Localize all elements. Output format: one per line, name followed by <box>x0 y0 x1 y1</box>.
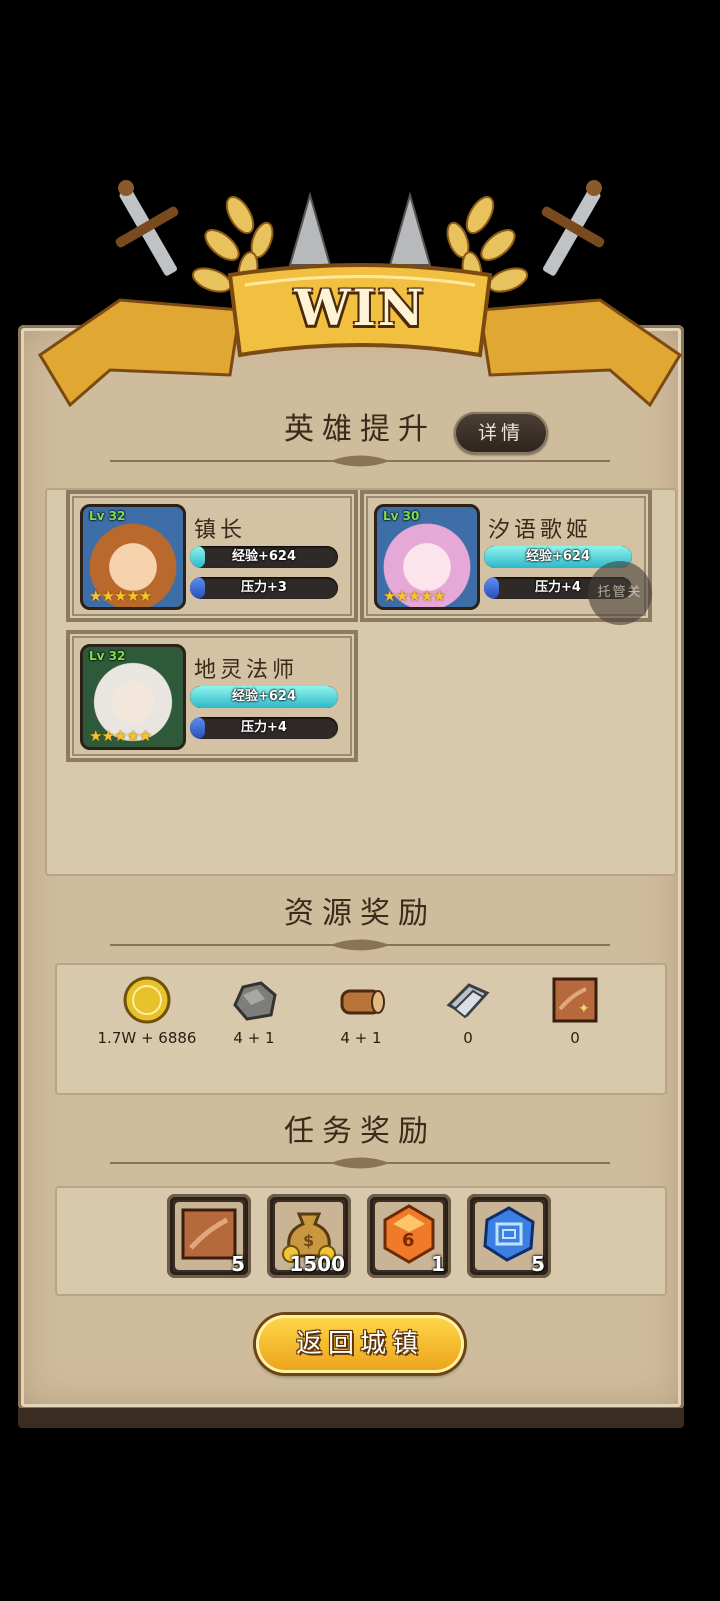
resource-value: 0 <box>570 1029 580 1047</box>
pressure-bar: 压力+3 <box>190 577 338 599</box>
hero-portrait: Lv 32 ★★★★★ <box>80 504 186 610</box>
return-to-town-button[interactable]: 返回城镇 <box>256 1315 464 1373</box>
hero-card[interactable]: Lv 32 ★★★★★ 地灵法师 经验+624 压力+4 <box>66 630 358 762</box>
spear-left-icon <box>288 191 332 266</box>
hero-portrait: Lv 32 ★★★★★ <box>80 644 186 750</box>
hero-portrait: Lv 30 ★★★★★ <box>374 504 480 610</box>
pressure-bar: 压力+4 <box>190 717 338 739</box>
resource-item: 4 + 1 <box>204 965 304 1075</box>
star-rating: ★★★★★ <box>89 587 152 605</box>
hero-level: Lv 32 <box>89 509 126 523</box>
reward-quantity: 5 <box>231 1252 245 1276</box>
task-section-title: 任务奖励 <box>284 1114 436 1149</box>
svg-text:6: 6 <box>402 1230 415 1251</box>
task-reward-item[interactable]: 6 1 <box>367 1194 451 1278</box>
divider-ornament <box>110 939 610 951</box>
divider-ornament <box>110 1157 610 1169</box>
left-sword-icon <box>115 180 179 276</box>
resource-item: 0 <box>418 965 518 1075</box>
hero-name: 汐语歌姬 <box>488 518 593 543</box>
hero-level: Lv 30 <box>383 509 420 523</box>
leather-scroll-icon: ✦ <box>552 977 598 1023</box>
auto-battle-toggle[interactable]: 托管关 <box>588 561 652 625</box>
pressure-label: 压力+4 <box>241 720 287 735</box>
stone-ore-icon <box>233 981 277 1021</box>
star-rating: ★★★★★ <box>89 727 152 745</box>
gold-coin-icon <box>123 976 171 1024</box>
hero-name: 地灵法师 <box>194 658 299 683</box>
exp-label: 经验+624 <box>231 549 297 564</box>
win-title: WIN <box>294 278 426 337</box>
wood-log-icon <box>340 989 385 1015</box>
svg-text:✦: ✦ <box>578 1001 590 1017</box>
resource-item: 4 + 1 <box>311 965 411 1075</box>
resource-item: ✦ 0 <box>525 965 625 1075</box>
exp-bar: 经验+624 <box>190 686 338 708</box>
reward-quantity: 5 <box>531 1252 545 1276</box>
exp-bar: 经验+624 <box>190 546 338 568</box>
hero-name: 镇长 <box>194 518 247 543</box>
hero-level: Lv 32 <box>89 649 126 663</box>
spear-right-icon <box>388 191 432 266</box>
resource-item: 1.7W + 6886 <box>97 965 197 1075</box>
task-reward-item[interactable]: 5 <box>167 1194 251 1278</box>
resource-reward-list: 1.7W + 6886 4 + 1 4 + 1 0 ✦ 0 <box>55 963 667 1095</box>
task-reward-item[interactable]: $ 1500 <box>267 1194 351 1278</box>
reward-quantity: 1500 <box>289 1252 345 1276</box>
divider-ornament <box>110 455 610 467</box>
reward-quantity: 1 <box>431 1252 445 1276</box>
pressure-label: 压力+3 <box>241 580 287 595</box>
right-sword-icon <box>541 180 605 276</box>
exp-label: 经验+624 <box>231 689 297 704</box>
star-rating: ★★★★★ <box>383 587 446 605</box>
hero-card[interactable]: Lv 32 ★★★★★ 镇长 经验+624 压力+3 <box>66 490 358 622</box>
task-reward-list: 5 $ 1500 6 1 5 <box>55 1186 667 1296</box>
task-reward-item[interactable]: 5 <box>467 1194 551 1278</box>
iron-ingot-icon <box>446 983 490 1019</box>
resource-section-title: 资源奖励 <box>284 896 436 931</box>
svg-text:$: $ <box>303 1231 314 1250</box>
